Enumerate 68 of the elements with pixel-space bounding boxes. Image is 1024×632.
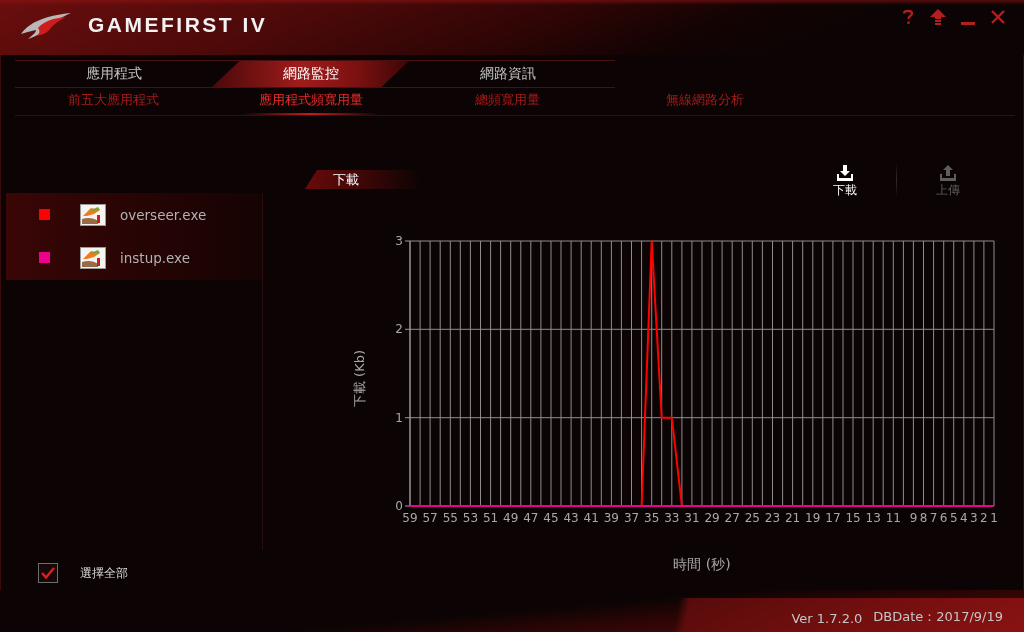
upload-button[interactable]: 上傳	[926, 163, 970, 199]
axis-tick-label: 37	[623, 511, 640, 525]
axis-tick-label: 31	[684, 511, 700, 525]
axis-tick-label: 53	[462, 511, 479, 525]
axis-tick-label: 57	[422, 511, 438, 525]
up-arrow-icon	[930, 9, 946, 25]
axis-tick-label: 3	[395, 234, 403, 248]
upload-icon	[940, 165, 956, 181]
tab[interactable]: 網路資訊	[409, 61, 606, 87]
close-button[interactable]	[990, 9, 1006, 25]
download-icon	[837, 165, 853, 181]
axis-tick-label: 17	[825, 511, 841, 525]
checkmark-icon	[41, 567, 55, 579]
axis-tick-label: 13	[865, 511, 881, 525]
axis-tick-label: 41	[583, 511, 599, 525]
axis-tick-label: 29	[704, 511, 720, 525]
subtab[interactable]: 無線網路分析	[606, 88, 803, 115]
tab[interactable]: 應用程式	[15, 61, 212, 87]
axis-tick-label: 2	[395, 322, 403, 337]
axis-tick-label: 6	[939, 511, 948, 525]
y-axis-label: 下載 (Kb)	[352, 349, 367, 408]
help-icon	[900, 9, 916, 25]
axis-tick-label: 27	[724, 511, 740, 525]
axis-tick-label: 45	[543, 511, 559, 525]
axis-tick-label: 19	[805, 511, 821, 525]
axis-tick-label: 3	[970, 511, 978, 525]
axis-tick-label: 2	[980, 511, 988, 525]
app-name: overseer.exe	[120, 206, 207, 223]
version-text: Ver 1.7.2.0	[791, 611, 863, 626]
checkbox[interactable]	[38, 563, 58, 583]
axis-tick-label: 47	[523, 511, 539, 525]
axis-tick-label: 23	[764, 511, 781, 525]
subtab[interactable]: 前五大應用程式	[15, 88, 212, 115]
axis-tick-label: 7	[929, 511, 938, 525]
axis-tick-label: 1	[395, 410, 403, 425]
download-button[interactable]: 下載	[823, 163, 867, 199]
help-button[interactable]	[900, 9, 916, 25]
axis-tick-label: 9	[909, 511, 918, 525]
x-axis-label: 時間 (秒)	[673, 556, 731, 572]
axis-tick-label: 59	[402, 511, 418, 525]
axis-tick-label: 5	[949, 511, 958, 525]
eye-logo-icon	[20, 12, 72, 40]
axis-tick-label: 1	[990, 511, 998, 525]
axis-tick-label: 21	[785, 511, 801, 525]
app-icon	[80, 246, 106, 269]
tab[interactable]: 網路監控	[212, 61, 409, 87]
app-name: instup.exe	[120, 249, 190, 266]
app-title: GAMEFIRST IV	[88, 13, 268, 37]
axis-tick-label: 15	[845, 511, 861, 525]
axis-tick-label: 49	[503, 511, 519, 525]
axis-tick-label: 11	[885, 511, 901, 525]
axis-tick-label: 43	[563, 511, 579, 525]
app-icon	[80, 203, 106, 226]
axis-tick-label: 35	[644, 511, 660, 525]
select-all-label: 選擇全部	[80, 564, 128, 582]
close-icon	[990, 9, 1006, 25]
axis-tick-label: 8	[919, 511, 928, 525]
axis-tick-label: 51	[482, 511, 499, 525]
update-button[interactable]	[930, 9, 946, 25]
axis-tick-label: 0	[395, 499, 403, 513]
subtab[interactable]: 總頻寬用量	[409, 88, 606, 115]
axis-tick-label: 55	[442, 511, 458, 525]
axis-tick-label: 25	[744, 511, 760, 525]
minimize-icon	[961, 22, 975, 25]
axis-tick-label: 33	[664, 511, 680, 525]
db-date-text: DBDate：2017/9/19	[873, 608, 1003, 626]
axis-tick-label: 4	[959, 511, 968, 525]
axis-tick-label: 39	[603, 511, 619, 525]
